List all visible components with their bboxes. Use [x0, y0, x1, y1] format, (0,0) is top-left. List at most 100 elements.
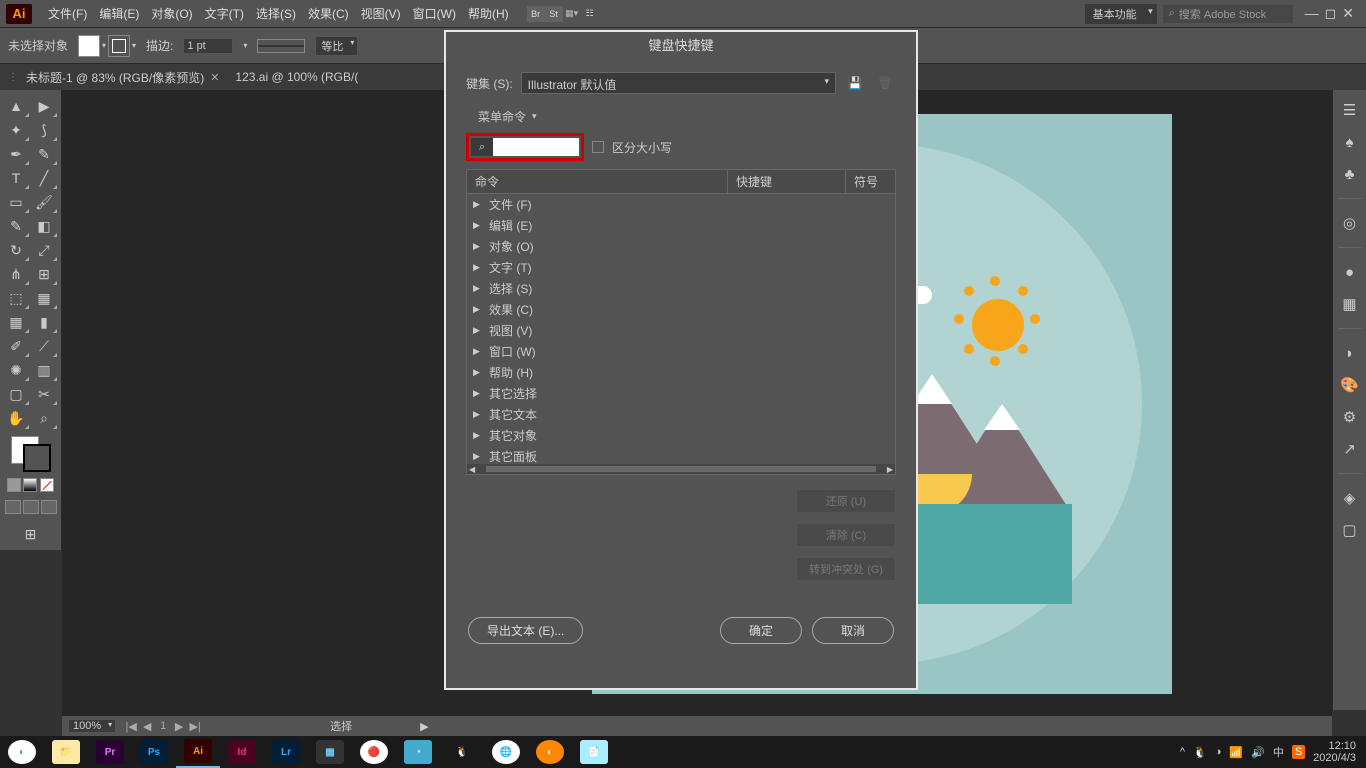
command-item[interactable]: ▶视图 (V): [467, 320, 895, 341]
gradient-tool[interactable]: ▮: [30, 310, 58, 334]
eraser-tool[interactable]: ◧: [30, 214, 58, 238]
color-guide-panel-icon[interactable]: ●: [1338, 260, 1362, 284]
command-type-dropdown[interactable]: 菜单命令: [478, 108, 526, 125]
qq-taskbar-icon[interactable]: 🐧: [440, 736, 484, 768]
stock-icon[interactable]: St: [545, 6, 563, 22]
draw-normal-icon[interactable]: [5, 500, 21, 514]
command-item[interactable]: ▶对象 (O): [467, 236, 895, 257]
command-item[interactable]: ▶选择 (S): [467, 278, 895, 299]
command-item[interactable]: ▶文字 (T): [467, 257, 895, 278]
illustrator-taskbar-icon[interactable]: Ai: [176, 736, 220, 768]
tray-app-icon[interactable]: ◑: [1215, 746, 1222, 758]
zoom-tool[interactable]: ⌕: [30, 406, 58, 430]
command-item[interactable]: ▶帮助 (H): [467, 362, 895, 383]
color-panel-icon[interactable]: ♣: [1338, 162, 1362, 186]
mesh-tool[interactable]: ▦: [2, 310, 30, 334]
libraries-panel-icon[interactable]: ♠: [1338, 130, 1362, 154]
arrange-icon[interactable]: ▦▾: [563, 6, 581, 22]
first-artboard-icon[interactable]: |◀: [124, 720, 138, 733]
explorer-taskbar-icon[interactable]: 📁: [44, 736, 88, 768]
command-item[interactable]: ▶效果 (C): [467, 299, 895, 320]
next-artboard-icon[interactable]: ▶: [172, 720, 186, 733]
layers-panel-icon[interactable]: ◈: [1338, 486, 1362, 510]
magic-wand-tool[interactable]: ✦: [2, 118, 30, 142]
menu-effect[interactable]: 效果(C): [302, 5, 355, 22]
symbols-panel-icon[interactable]: 🎨: [1338, 373, 1362, 397]
command-item[interactable]: ▶文件 (F): [467, 194, 895, 215]
fill-stroke-swatch[interactable]: [9, 436, 53, 472]
horizontal-scrollbar[interactable]: ◀▶: [467, 464, 895, 474]
draw-behind-icon[interactable]: [23, 500, 39, 514]
uniform-dropdown[interactable]: 等比: [315, 36, 358, 56]
maximize-icon[interactable]: ◻: [1325, 5, 1337, 22]
doc-tab-1[interactable]: 未标题-1 @ 83% (RGB/像素预览) ✕: [18, 65, 227, 90]
slice-tool[interactable]: ✂: [30, 382, 58, 406]
stock-search[interactable]: ⌕ 搜索 Adobe Stock: [1163, 5, 1293, 23]
artboard-number[interactable]: 1: [156, 720, 170, 733]
status-arrow-icon[interactable]: ▶: [420, 720, 428, 733]
workspace-dropdown[interactable]: 基本功能: [1085, 4, 1157, 24]
lasso-tool[interactable]: ⟆: [30, 118, 58, 142]
line-tool[interactable]: ╱: [30, 166, 58, 190]
shape-builder-tool[interactable]: ⬚: [2, 286, 30, 310]
premiere-taskbar-icon[interactable]: Pr: [88, 736, 132, 768]
perspective-tool[interactable]: ▦: [30, 286, 58, 310]
bridge-icon[interactable]: Br: [527, 6, 545, 22]
close-icon[interactable]: ✕: [1342, 5, 1354, 22]
artboard-tool[interactable]: ▢: [2, 382, 30, 406]
firefox-taskbar-icon[interactable]: ◐: [528, 736, 572, 768]
gpu-icon[interactable]: ☷: [581, 6, 599, 22]
minimize-icon[interactable]: —: [1305, 5, 1319, 22]
cc-panel-icon[interactable]: ◎: [1338, 211, 1362, 235]
tray-network-icon[interactable]: 📶: [1229, 746, 1243, 759]
prev-artboard-icon[interactable]: ◀: [140, 720, 154, 733]
command-item[interactable]: ▶其它选择: [467, 383, 895, 404]
app1-taskbar-icon[interactable]: ▦: [308, 736, 352, 768]
paintbrush-tool[interactable]: 🖌: [30, 190, 58, 214]
menu-view[interactable]: 视图(V): [355, 5, 407, 22]
tray-up-icon[interactable]: ^: [1180, 746, 1185, 758]
tab-close-icon[interactable]: ✕: [210, 71, 219, 84]
brushes-panel-icon[interactable]: ◗: [1338, 341, 1362, 365]
stroke-panel-icon[interactable]: ⚙: [1338, 405, 1362, 429]
transform-panel-icon[interactable]: ↗: [1338, 437, 1362, 461]
tray-volume-icon[interactable]: 🔊: [1251, 746, 1265, 759]
direct-selection-tool[interactable]: ▶: [30, 94, 58, 118]
command-item[interactable]: ▶其它对象: [467, 425, 895, 446]
col-shortcut[interactable]: 快捷键: [727, 170, 845, 193]
menu-object[interactable]: 对象(O): [145, 5, 198, 22]
rotate-tool[interactable]: ↻: [2, 238, 30, 262]
app2-taskbar-icon[interactable]: 🔴: [352, 736, 396, 768]
fill-color[interactable]: [78, 35, 100, 57]
app3-taskbar-icon[interactable]: ◔: [396, 736, 440, 768]
command-list[interactable]: ▶文件 (F)▶编辑 (E)▶对象 (O)▶文字 (T)▶选择 (S)▶效果 (…: [467, 194, 895, 464]
ok-button[interactable]: 确定: [720, 617, 802, 644]
command-item[interactable]: ▶其它面板: [467, 446, 895, 464]
width-tool[interactable]: ⋔: [2, 262, 30, 286]
command-item[interactable]: ▶编辑 (E): [467, 215, 895, 236]
menu-edit[interactable]: 编辑(E): [93, 5, 145, 22]
menu-type[interactable]: 文字(T): [199, 5, 250, 22]
blend-tool[interactable]: ⟋: [30, 334, 58, 358]
eyedropper-tool[interactable]: ✐: [2, 334, 30, 358]
last-artboard-icon[interactable]: ▶|: [188, 720, 202, 733]
symbol-sprayer-tool[interactable]: ✺: [2, 358, 30, 382]
shortcut-search-input[interactable]: [493, 138, 579, 156]
column-graph-tool[interactable]: ▥: [30, 358, 58, 382]
browser-taskbar-icon[interactable]: ◐: [0, 736, 44, 768]
none-mode-icon[interactable]: [40, 478, 54, 492]
case-sensitive-checkbox[interactable]: [592, 141, 604, 153]
tray-clock[interactable]: 12:10 2020/4/3: [1313, 740, 1356, 764]
export-text-button[interactable]: 导出文本 (E)...: [468, 617, 583, 644]
menu-help[interactable]: 帮助(H): [462, 5, 515, 22]
command-item[interactable]: ▶其它文本: [467, 404, 895, 425]
tray-ime[interactable]: 中: [1273, 744, 1284, 760]
command-item[interactable]: ▶窗口 (W): [467, 341, 895, 362]
tray-qq-icon[interactable]: 🐧: [1193, 746, 1207, 759]
col-command[interactable]: 命令: [467, 170, 727, 193]
photoshop-taskbar-icon[interactable]: Ps: [132, 736, 176, 768]
cancel-button[interactable]: 取消: [812, 617, 894, 644]
scale-tool[interactable]: ⤢: [30, 238, 58, 262]
menu-window[interactable]: 窗口(W): [407, 5, 462, 22]
screen-mode-icon[interactable]: ⊞: [17, 522, 45, 546]
